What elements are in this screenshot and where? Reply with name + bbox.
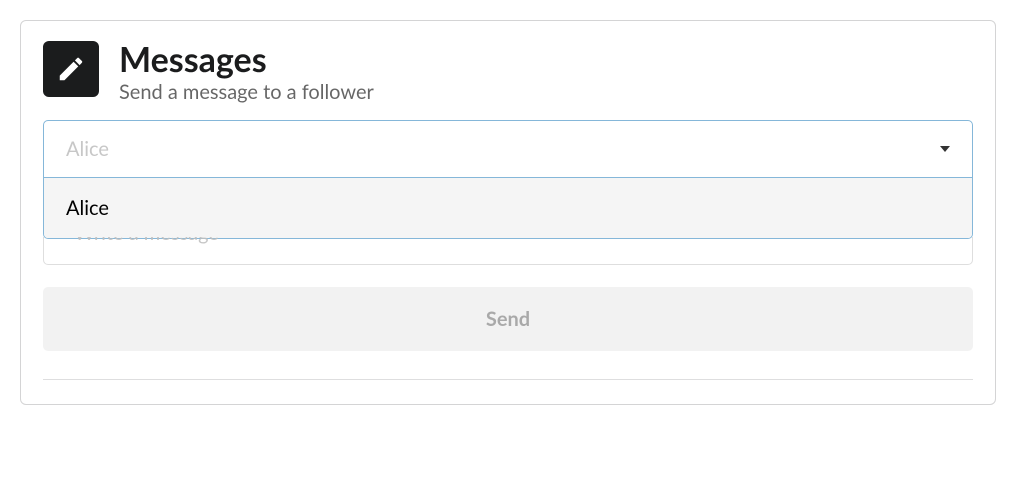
- messages-card: Messages Send a message to a follower Al…: [20, 20, 996, 405]
- chevron-down-icon: [940, 146, 950, 152]
- title-block: Messages Send a message to a follower: [119, 41, 374, 104]
- page-title: Messages: [119, 41, 374, 78]
- recipient-dropdown-menu: Alice: [43, 177, 973, 239]
- page-subtitle: Send a message to a follower: [119, 80, 374, 104]
- message-placeholder: Write a message: [74, 237, 219, 243]
- recipient-dropdown-header[interactable]: Alice: [44, 121, 972, 177]
- recipient-placeholder: Alice: [66, 137, 109, 161]
- recipient-option-alice[interactable]: Alice: [44, 178, 972, 238]
- card-header: Messages Send a message to a follower: [43, 41, 973, 104]
- pencil-icon: [43, 41, 99, 97]
- message-input[interactable]: Write a message: [43, 237, 973, 265]
- recipient-dropdown[interactable]: Alice: [43, 120, 973, 178]
- divider: [43, 379, 973, 380]
- send-button[interactable]: Send: [43, 287, 973, 351]
